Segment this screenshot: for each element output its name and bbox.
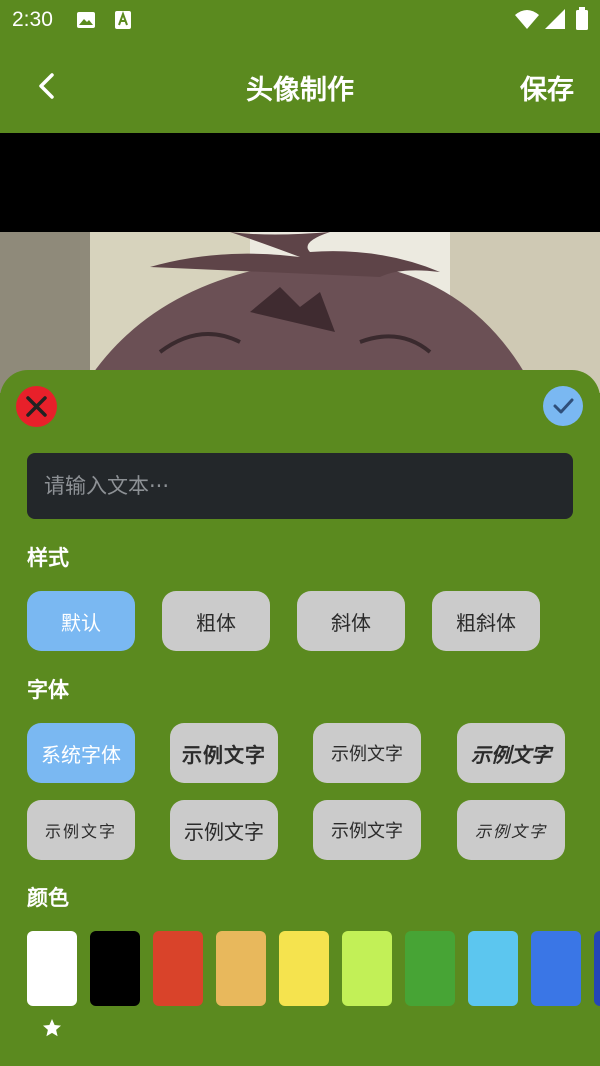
page-title: 头像制作 (246, 75, 354, 106)
color-swatch[interactable] (27, 931, 77, 1006)
preview-image (0, 232, 600, 393)
color-swatch[interactable] (468, 931, 518, 1006)
color-section-label: 颜色 (27, 886, 69, 910)
style-option-italic[interactable]: 斜体 (297, 591, 405, 651)
font-section-label: 字体 (27, 678, 69, 702)
color-swatch[interactable] (531, 931, 581, 1006)
font-option-2[interactable]: 示例文字 (170, 723, 278, 783)
color-swatch[interactable] (342, 931, 392, 1006)
text-editor-panel: 样式 默认 粗体 斜体 粗斜体 字体 系统字体 示例文字 示例文字 示例文字 示… (0, 370, 600, 1066)
color-swatch[interactable] (279, 931, 329, 1006)
color-swatch[interactable] (90, 931, 140, 1006)
color-swatch[interactable] (216, 931, 266, 1006)
check-icon (553, 398, 574, 414)
font-option-8[interactable]: 示例文字 (457, 800, 565, 860)
app-bar: 头像制作 保存 (0, 42, 600, 133)
style-option-bold[interactable]: 粗体 (162, 591, 270, 651)
font-option-7[interactable]: 示例文字 (313, 800, 421, 860)
font-option-3[interactable]: 示例文字 (313, 723, 421, 783)
image-icon (77, 12, 95, 28)
color-swatch[interactable] (594, 931, 600, 1006)
font-option-4[interactable]: 示例文字 (457, 723, 565, 783)
text-input[interactable] (27, 453, 573, 519)
close-button[interactable] (16, 386, 57, 427)
save-button[interactable]: 保存 (520, 68, 574, 107)
avatar-preview (0, 133, 600, 393)
style-option-bold-italic[interactable]: 粗斜体 (432, 591, 540, 651)
signal-icon (545, 9, 565, 29)
style-section-label: 样式 (27, 546, 69, 570)
close-icon (26, 396, 47, 417)
wifi-icon (515, 10, 539, 29)
battery-icon (576, 7, 588, 30)
color-swatch[interactable] (153, 931, 203, 1006)
star-icon (43, 1019, 61, 1037)
font-option-6[interactable]: 示例文字 (170, 800, 278, 860)
font-option-5[interactable]: 示例文字 (27, 800, 135, 860)
style-option-default[interactable]: 默认 (27, 591, 135, 651)
confirm-button[interactable] (543, 386, 583, 426)
status-time: 2:30 (12, 8, 53, 31)
status-bar: 2:30 (0, 0, 600, 42)
color-swatch[interactable] (405, 931, 455, 1006)
font-option-system[interactable]: 系统字体 (27, 723, 135, 783)
app-notification-icon (115, 11, 131, 29)
